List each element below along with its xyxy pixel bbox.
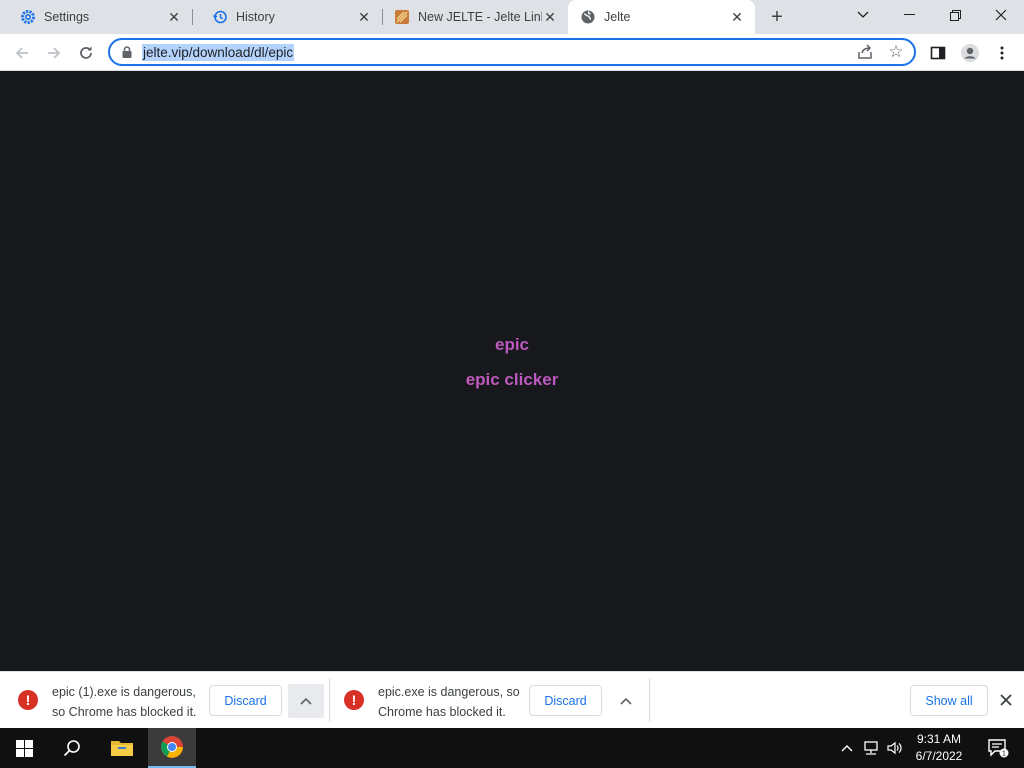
chevron-up-icon bbox=[300, 697, 312, 705]
restore-icon bbox=[949, 9, 961, 21]
show-all-downloads-button[interactable]: Show all bbox=[910, 685, 988, 716]
lock-icon[interactable] bbox=[120, 45, 134, 59]
close-shelf-button[interactable] bbox=[996, 690, 1016, 710]
close-icon[interactable]: ✕ bbox=[356, 9, 372, 25]
search-icon bbox=[63, 740, 80, 757]
tab-search-button[interactable] bbox=[840, 0, 886, 30]
kebab-menu-icon bbox=[1000, 46, 1004, 60]
reload-icon bbox=[80, 46, 92, 59]
speaker-icon bbox=[887, 741, 902, 755]
restore-button[interactable] bbox=[932, 0, 978, 30]
close-icon bbox=[995, 9, 1007, 21]
warning-icon: ! bbox=[344, 690, 364, 710]
tab-title: Settings bbox=[44, 10, 90, 24]
profile-button[interactable] bbox=[956, 39, 984, 67]
gear-icon bbox=[20, 9, 36, 25]
page-content: epic epic clicker bbox=[0, 71, 1024, 671]
tab-jelte[interactable]: Jelte ✕ bbox=[568, 0, 755, 34]
history-icon bbox=[212, 9, 228, 25]
minimize-button[interactable] bbox=[886, 0, 932, 30]
tab-strip: Settings ✕ History ✕ New JELTE - Jelte L… bbox=[0, 0, 1024, 34]
notification-icon: 1 bbox=[988, 739, 1009, 758]
svg-text:1: 1 bbox=[1002, 751, 1006, 758]
url-text[interactable]: jelte.vip/download/dl/epic bbox=[142, 44, 295, 61]
close-icon[interactable]: ✕ bbox=[166, 9, 182, 25]
close-icon[interactable]: ✕ bbox=[729, 9, 745, 25]
browser-toolbar: jelte.vip/download/dl/epic ☆ bbox=[0, 34, 1024, 71]
download-options-button[interactable] bbox=[608, 684, 644, 718]
tab-settings[interactable]: Settings ✕ bbox=[0, 0, 192, 34]
folder-icon bbox=[111, 741, 133, 756]
side-panel-button[interactable] bbox=[924, 39, 952, 67]
tab-history[interactable]: History ✕ bbox=[192, 0, 382, 34]
start-button[interactable] bbox=[0, 728, 48, 768]
chrome-taskbar-button[interactable] bbox=[148, 728, 196, 768]
chevron-up-icon bbox=[620, 697, 632, 705]
window-close-button[interactable] bbox=[978, 0, 1024, 30]
download-item[interactable]: ! epic (1).exe is dangerous, so Chrome h… bbox=[0, 672, 329, 729]
network-button[interactable] bbox=[860, 728, 882, 768]
tab-title: Jelte bbox=[604, 10, 631, 24]
bookmark-star-icon[interactable]: ☆ bbox=[886, 42, 906, 62]
tab-title: History bbox=[236, 10, 275, 24]
close-icon bbox=[1000, 694, 1012, 706]
arrow-right-icon bbox=[48, 47, 61, 59]
discard-button[interactable]: Discard bbox=[529, 685, 602, 716]
clock-time: 9:31 AM bbox=[916, 732, 962, 746]
page-heading: epic bbox=[0, 335, 1024, 355]
file-explorer-button[interactable] bbox=[98, 728, 146, 768]
volume-button[interactable] bbox=[884, 728, 906, 768]
back-button[interactable] bbox=[8, 39, 36, 67]
divider bbox=[649, 678, 650, 722]
network-icon bbox=[864, 741, 878, 755]
side-panel-icon bbox=[930, 46, 946, 60]
download-text-line: Chrome has blocked it. bbox=[378, 705, 506, 719]
chevron-down-icon bbox=[857, 11, 869, 18]
avatar-icon bbox=[961, 44, 979, 62]
page-subheading[interactable]: epic clicker bbox=[0, 370, 1024, 390]
download-item[interactable]: ! epic.exe is dangerous, so Chrome has b… bbox=[330, 672, 649, 729]
jelte-logo-icon bbox=[394, 9, 410, 25]
download-options-button[interactable] bbox=[288, 684, 324, 718]
forward-button[interactable] bbox=[40, 39, 68, 67]
download-warning-text: epic (1).exe is dangerous, so Chrome has… bbox=[52, 682, 197, 722]
download-shelf: ! epic (1).exe is dangerous, so Chrome h… bbox=[0, 671, 1024, 728]
tab-new-jelte[interactable]: New JELTE - Jelte Link ✕ bbox=[382, 0, 568, 34]
discard-button[interactable]: Discard bbox=[209, 685, 282, 716]
system-clock[interactable]: 9:31 AM 6/7/2022 bbox=[906, 731, 972, 765]
globe-icon bbox=[580, 9, 596, 25]
chrome-icon bbox=[161, 736, 183, 758]
close-icon[interactable]: ✕ bbox=[542, 9, 558, 25]
action-center-button[interactable]: 1 bbox=[978, 728, 1018, 768]
windows-logo-icon bbox=[15, 739, 33, 757]
arrow-left-icon bbox=[15, 47, 28, 59]
address-bar[interactable]: jelte.vip/download/dl/epic ☆ bbox=[108, 38, 916, 66]
menu-button[interactable] bbox=[988, 39, 1016, 67]
minimize-icon bbox=[903, 14, 915, 15]
download-text-line: so Chrome has blocked it. bbox=[52, 705, 197, 719]
clock-date: 6/7/2022 bbox=[915, 749, 963, 763]
show-hidden-icons-button[interactable] bbox=[836, 728, 858, 768]
warning-icon: ! bbox=[18, 690, 38, 710]
reload-button[interactable] bbox=[72, 39, 100, 67]
search-button[interactable] bbox=[48, 728, 96, 768]
download-warning-text: epic.exe is dangerous, so Chrome has blo… bbox=[378, 682, 520, 722]
new-tab-button[interactable]: + bbox=[766, 6, 788, 28]
tab-title: New JELTE - Jelte Link bbox=[418, 10, 542, 24]
windows-taskbar: 9:31 AM 6/7/2022 1 bbox=[0, 728, 1024, 768]
share-icon[interactable] bbox=[856, 43, 874, 61]
download-text-line: epic (1).exe is dangerous, bbox=[52, 685, 196, 699]
download-text-line: epic.exe is dangerous, so bbox=[378, 685, 520, 699]
chevron-up-icon bbox=[841, 745, 853, 752]
